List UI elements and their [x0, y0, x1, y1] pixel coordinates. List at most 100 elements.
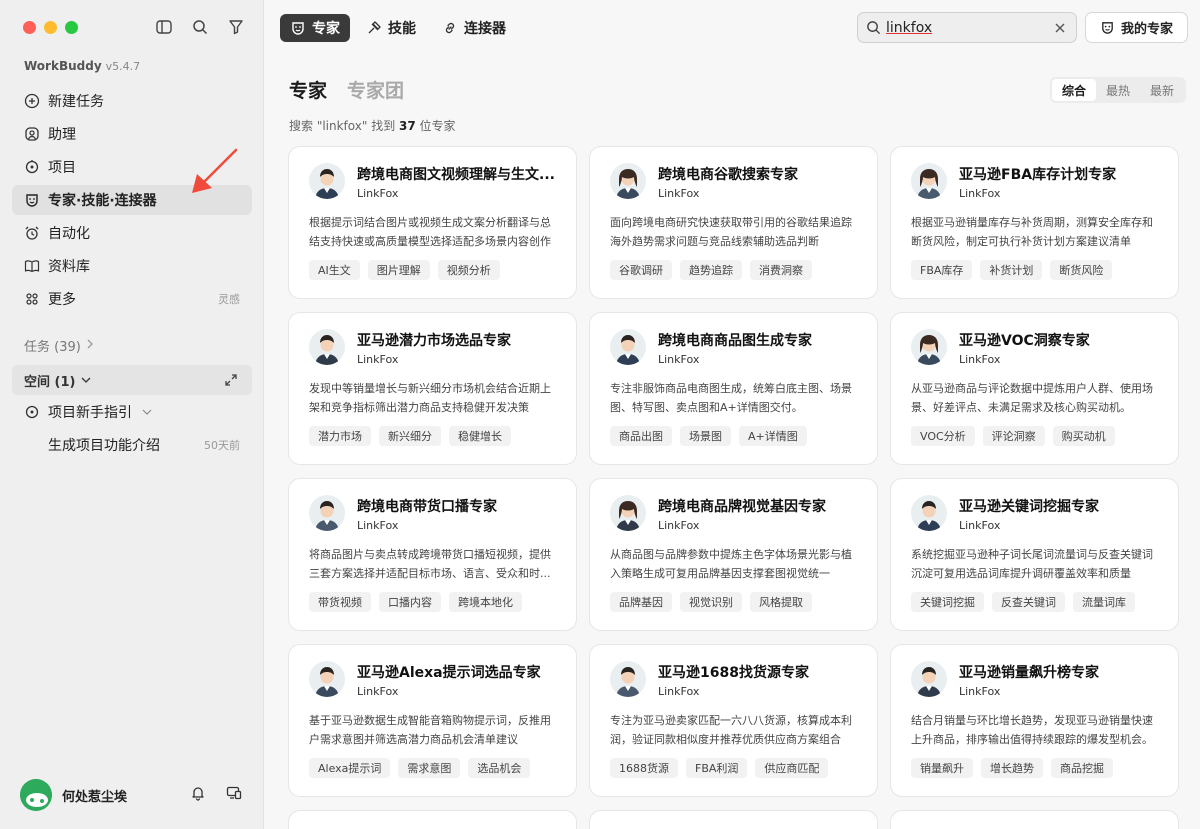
expert-description: 根据亚马逊销量库存与补货周期，测算安全库存和断货风险，制定可执行补货计划方案建议… [911, 216, 1153, 248]
expert-card[interactable]: 亚马逊1688找货源专家 LinkFox 专注为亚马逊卖家匹配一六八八货源，核算成本… [589, 644, 878, 797]
tag[interactable]: 增长趋势 [981, 758, 1043, 778]
tag[interactable]: 评论洞察 [982, 426, 1045, 446]
tag[interactable]: 视频分析 [437, 260, 500, 280]
expert-card[interactable]: 跨境电商图文视频理解与生文... LinkFox 根据提示词结合图片或视频生成文案分… [288, 146, 577, 299]
tag[interactable]: A+详情图 [739, 426, 807, 446]
tab-connectors[interactable]: 连接器 [432, 14, 516, 42]
expert-card-partial[interactable] [288, 810, 577, 829]
tag[interactable]: 潜力市场 [309, 426, 371, 446]
space-section[interactable]: 空间 (1) [12, 365, 252, 395]
tag[interactable]: 场景图 [680, 426, 731, 446]
device-icon[interactable] [226, 785, 242, 805]
expert-card[interactable]: 亚马逊潜力市场选品专家 LinkFox 发现中等销量增长与新兴细分市场机会结合近期上… [288, 312, 577, 465]
assistant-icon [24, 126, 40, 142]
avatar [911, 163, 947, 199]
expert-tags: 谷歌调研 趋势追踪 消费洞察 [610, 260, 812, 280]
tag[interactable]: 稳健增长 [449, 426, 511, 446]
expert-card[interactable]: 亚马逊VOC洞察专家 LinkFox 从亚马逊商品与评论数据中提炼用户人群、使用场景… [890, 312, 1179, 465]
search-value[interactable]: linkfox [886, 20, 1052, 36]
sidebar-item-label: 专家·技能·连接器 [48, 193, 157, 209]
expand-icon[interactable] [224, 373, 238, 391]
expert-icon [1100, 20, 1115, 35]
expert-description: 根据提示词结合图片或视频生成文案分析翻译与总结支持快速或高质量模型选择适配多场景… [309, 216, 551, 248]
tag[interactable]: 1688货源 [610, 758, 678, 778]
project-guide-item[interactable]: 项目新手指引 [24, 398, 152, 426]
avatar[interactable] [20, 779, 52, 811]
tag[interactable]: 供应商匹配 [755, 758, 829, 778]
tag[interactable]: 补货计划 [980, 260, 1043, 280]
tag[interactable]: 断货风险 [1050, 260, 1113, 280]
tag[interactable]: 风格提取 [750, 592, 812, 612]
tag[interactable]: 流量词库 [1073, 592, 1135, 612]
search-input[interactable]: linkfox [857, 12, 1077, 43]
tag[interactable]: 新兴细分 [379, 426, 441, 446]
expert-card[interactable]: 亚马逊销量飙升榜专家 LinkFox 结合月销量与环比增长趋势，发现亚马逊销量快速上… [890, 644, 1179, 797]
avatar [309, 661, 345, 697]
sort-comprehensive[interactable]: 综合 [1052, 79, 1097, 101]
tag[interactable]: 销量飙升 [911, 758, 973, 778]
tab-experts[interactable]: 专家 [280, 14, 350, 42]
tag[interactable]: 商品挖掘 [1051, 758, 1113, 778]
expert-card[interactable]: 跨境电商品牌视觉基因专家 LinkFox 从商品图与品牌参数中提炼主色字体场景光影与… [589, 478, 878, 631]
tag[interactable]: 选品机会 [468, 758, 531, 778]
tab-label: 专家 [312, 21, 340, 37]
bell-icon[interactable] [190, 785, 206, 805]
sidebar-item-new-task[interactable]: 新建任务 [12, 86, 252, 116]
tag[interactable]: 口播内容 [379, 592, 441, 612]
sidebar-item-assistant[interactable]: 助理 [12, 119, 252, 149]
expert-brand: LinkFox [658, 519, 700, 532]
filter-icon[interactable] [227, 18, 245, 36]
tag[interactable]: 品牌基因 [610, 592, 672, 612]
tag[interactable]: FBA库存 [911, 260, 973, 280]
sidebar-item-library[interactable]: 资料库 [12, 251, 252, 281]
expert-card[interactable]: 亚马逊FBA库存计划专家 LinkFox 根据亚马逊销量库存与补货周期，测算安全库存… [890, 146, 1179, 299]
tag[interactable]: 需求意图 [398, 758, 461, 778]
tag[interactable]: 带货视频 [309, 592, 371, 612]
sidebar-item-label: 更多 [48, 292, 76, 308]
tag[interactable]: 跨境本地化 [449, 592, 522, 612]
tab-expert-team-heading[interactable]: 专家团 [347, 76, 404, 103]
tag[interactable]: 谷歌调研 [610, 260, 672, 280]
tag[interactable]: 视觉识别 [680, 592, 742, 612]
sort-hottest[interactable]: 最热 [1096, 79, 1140, 101]
expert-card[interactable]: 跨境电商谷歌搜索专家 LinkFox 面向跨境电商研究快速获取带引用的谷歌结果追踪海… [589, 146, 878, 299]
tag[interactable]: FBA利润 [686, 758, 748, 778]
my-experts-button[interactable]: 我的专家 [1085, 12, 1188, 43]
tag[interactable]: 消费洞察 [750, 260, 812, 280]
project-sub-item[interactable]: 生成项目功能介绍 50天前 [48, 432, 240, 458]
search-icon [866, 20, 882, 35]
expert-brand: LinkFox [357, 685, 399, 698]
tag[interactable]: Alexa提示词 [309, 758, 391, 778]
expert-icon [24, 192, 40, 208]
expert-card[interactable]: 亚马逊关键词挖掘专家 LinkFox 系统挖掘亚马逊种子词长尾词流量词与反查关键词沉… [890, 478, 1179, 631]
sidebar-toggle-icon[interactable] [155, 18, 173, 36]
tag[interactable]: 反查关键词 [992, 592, 1065, 612]
expert-card-partial[interactable] [589, 810, 878, 829]
tag[interactable]: 购买动机 [1052, 426, 1115, 446]
expert-title: 跨境电商图文视频理解与生文... [357, 167, 555, 183]
tag[interactable]: 趋势追踪 [680, 260, 742, 280]
sort-newest[interactable]: 最新 [1140, 79, 1184, 101]
user-actions [190, 785, 242, 805]
tag[interactable]: 商品出图 [610, 426, 672, 446]
user-profile[interactable]: 何处惹尘埃 [20, 779, 250, 811]
tag[interactable]: 关键词挖掘 [911, 592, 984, 612]
space-label: 空间 (1) [24, 374, 76, 390]
tasks-section[interactable]: 任务 (39) [24, 336, 95, 355]
sidebar-item-automation[interactable]: 自动化 [12, 218, 252, 248]
tag[interactable]: 图片理解 [367, 260, 430, 280]
sidebar-item-more[interactable]: 更多 灵感 [12, 284, 252, 314]
tab-expert-heading[interactable]: 专家 [289, 76, 327, 103]
expert-card[interactable]: 跨境电商带货口播专家 LinkFox 将商品图片与卖点转成跨境带货口播短视频，提供三… [288, 478, 577, 631]
search-icon[interactable] [191, 18, 209, 36]
tag[interactable]: AI生文 [309, 260, 360, 280]
maximize-window-button[interactable] [65, 21, 78, 34]
expert-card[interactable]: 跨境电商商品图生成专家 LinkFox 专注非服饰商品电商图生成，统筹白底主图、场景… [589, 312, 878, 465]
clear-search-icon[interactable] [1052, 22, 1068, 34]
minimize-window-button[interactable] [44, 21, 57, 34]
close-window-button[interactable] [23, 21, 36, 34]
expert-card[interactable]: 亚马逊Alexa提示词选品专家 LinkFox 基于亚马逊数据生成智能音箱购物提示词… [288, 644, 577, 797]
tab-skills[interactable]: 技能 [356, 14, 426, 42]
tag[interactable]: VOC分析 [911, 426, 975, 446]
expert-card-partial[interactable] [890, 810, 1179, 829]
